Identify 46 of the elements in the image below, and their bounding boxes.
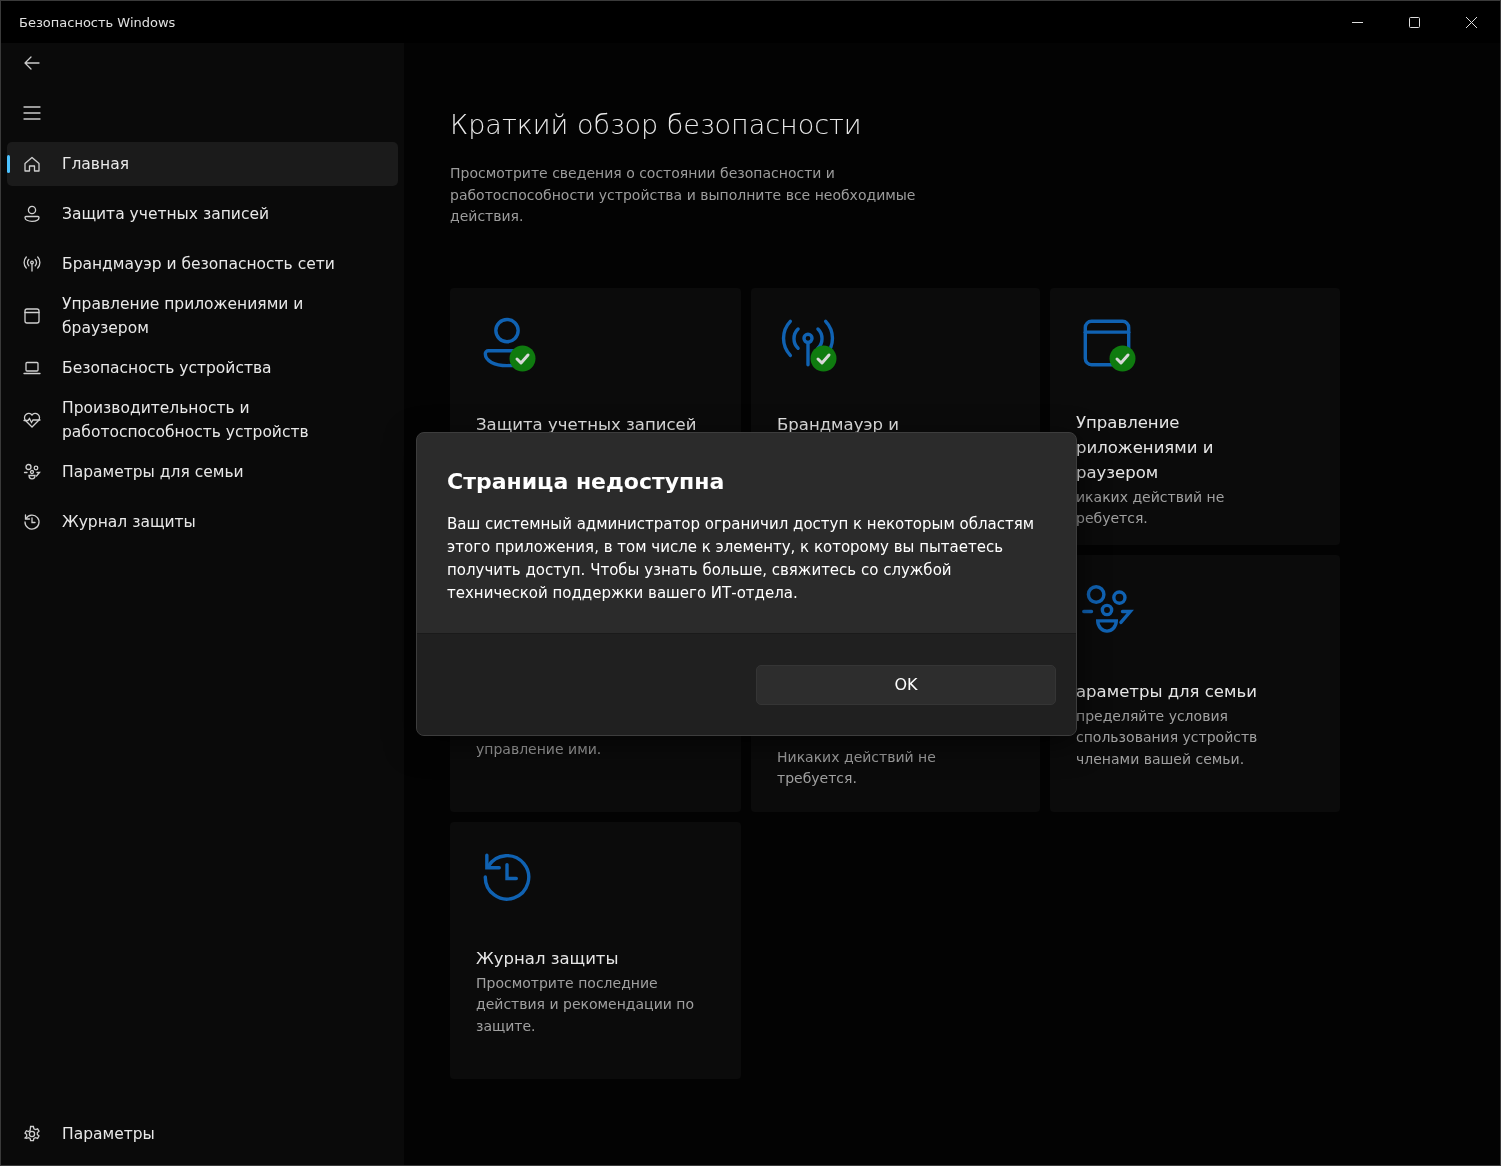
home-icon [22,154,42,174]
nav-item[interactable]: Параметры [7,1112,398,1156]
nav-item[interactable]: Журнал защиты [7,500,398,544]
card-title: раузером [1076,461,1160,484]
card-description: ребуется. [1076,509,1149,528]
antenna-icon [22,254,42,274]
nav-item[interactable]: Управление приложениями и браузером [7,292,398,340]
settings-icon [22,1124,42,1144]
person-icon [22,204,42,224]
close-icon [1466,16,1477,28]
status-card[interactable]: Управление риложениями и раузером икаких действий не ребуется. [1050,287,1340,545]
window-title: Безопасность Windows [19,14,176,30]
nav-item[interactable]: Параметры для семьи [7,450,398,494]
card-description: спользования устройств [1076,728,1259,747]
status-card[interactable]: Журнал защиты Просмотрите последние действия и рекомендации по защите. [450,821,741,1079]
card-description: членами вашей семьи. [1076,749,1246,769]
card-title: Брандмауэр и [777,413,900,436]
card-description: Просмотрите последние действия и рекомендации по защите. [476,973,696,1036]
page-subtitle: Просмотрите сведения о состоянии безопасности и работоспособности устройства и выполните все необходимые действия. [450,164,917,226]
history-icon [22,512,42,532]
card-title: Защита учетных записей [476,413,698,436]
menu-icon [23,106,41,120]
card-title: араметры для семьи [1076,680,1258,703]
back-icon [24,56,40,70]
card-title: Управление [1076,411,1181,434]
ok-button[interactable]: OK [756,664,1056,705]
window-icon [22,306,42,326]
card-description: требуется. [777,769,858,788]
nav-item[interactable]: Безопасность устройства [7,346,398,390]
nav-item[interactable]: Защита учетных записей [7,192,398,236]
card-description: пределяйте условия [1076,706,1229,726]
selection-indicator [7,155,10,173]
status-card[interactable]: араметры для семьи пределяйте условия спользования устройств членами вашей семьи. [1050,554,1340,812]
family-icon [22,462,42,482]
card-description: Никаких действий не [777,747,937,767]
nav-item[interactable]: Брандмауэр и безопасность сети [7,242,398,286]
heart-pulse-icon [22,410,42,430]
card-description: управление ими. [476,740,603,759]
card-title: риложениями и [1076,436,1215,459]
maximize-icon [1409,16,1420,28]
card-description: икаких действий не [1076,487,1226,507]
dialog-title: Страница недоступна [447,468,726,496]
card-title: Журнал защиты [476,947,620,970]
nav-item[interactable]: Производительность и работоспособность устройств [7,396,398,444]
page-title: Краткий обзор безопасности [450,108,863,142]
nav-item[interactable]: Главная [7,142,398,186]
